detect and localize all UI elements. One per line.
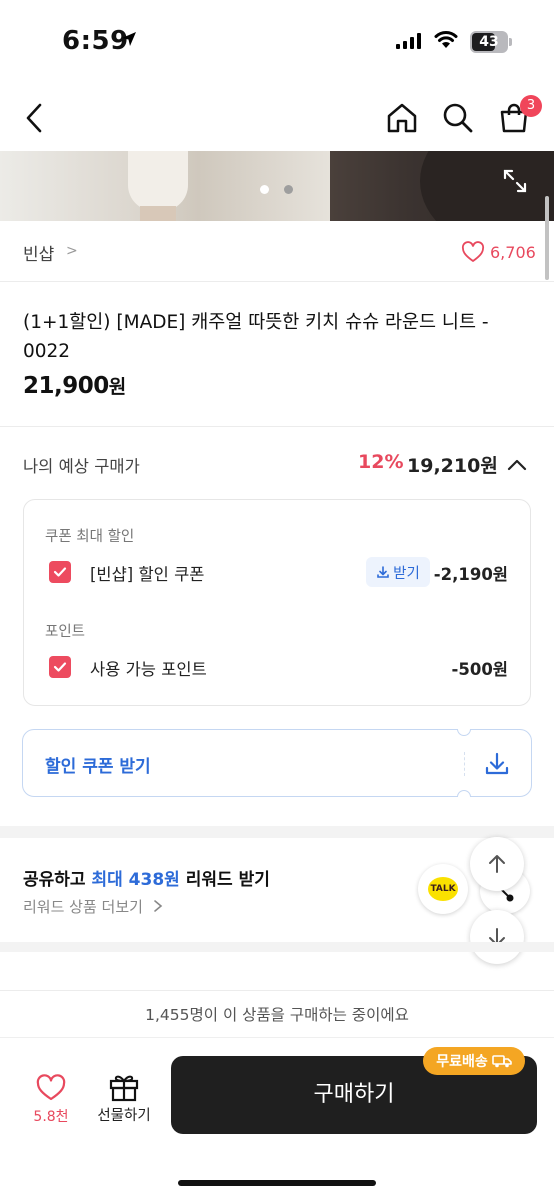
shop-name-link[interactable]: 빈샵: [23, 240, 54, 265]
carousel-dot-active[interactable]: [260, 185, 269, 194]
gift-label: 선물하기: [97, 1108, 151, 1124]
reward-title-suffix: 리워드 받기: [179, 870, 270, 890]
free-shipping-badge: 무료배송: [423, 1047, 525, 1075]
heart-icon[interactable]: [461, 241, 485, 267]
check-icon: [53, 567, 67, 577]
product-image: [128, 151, 188, 211]
point-item-label: 사용 가능 포인트: [90, 660, 207, 679]
reward-more-link[interactable]: 리워드 상품 더보기: [23, 896, 164, 917]
search-button[interactable]: [438, 98, 478, 138]
divider: [0, 281, 554, 282]
battery-icon: 43: [470, 31, 508, 53]
download-icon: [483, 750, 511, 782]
wishlist-count: 5.8천: [33, 1109, 69, 1125]
status-bar: 6:59 43: [0, 0, 554, 80]
chevron-right-icon: >: [66, 243, 78, 259]
point-section-label: 포인트: [45, 624, 86, 640]
product-price: 21,900원: [23, 372, 126, 399]
check-icon: [53, 662, 67, 672]
collapse-button[interactable]: [504, 455, 530, 475]
location-arrow-icon: [120, 30, 138, 52]
chevron-up-icon: [507, 459, 527, 471]
heart-icon: [36, 1074, 66, 1101]
product-title: (1+1할인) [MADE] 캐주얼 따뜻한 키치 슈슈 라운드 니트 - 00…: [23, 312, 489, 362]
home-indicator[interactable]: [178, 1180, 376, 1186]
receive-coupon-button[interactable]: 받기: [366, 557, 430, 587]
expand-image-button[interactable]: [502, 168, 528, 194]
truck-icon: [491, 1055, 512, 1068]
wifi-icon: [433, 30, 459, 54]
point-checkbox[interactable]: [49, 656, 71, 678]
get-discount-coupon-button[interactable]: 할인 쿠폰 받기: [22, 720, 532, 806]
reward-title: 공유하고 최대 438원 리워드 받기: [23, 865, 270, 890]
reward-amount: 최대 438원: [91, 870, 180, 890]
search-icon: [443, 103, 473, 133]
product-image-carousel[interactable]: [0, 151, 554, 221]
discount-percent: 12%: [358, 451, 404, 473]
like-count: 6,706: [490, 243, 536, 262]
expected-price-label: 나의 예상 구매가: [23, 457, 140, 476]
scroll-up-button[interactable]: [470, 837, 524, 891]
carousel-dot[interactable]: [284, 185, 293, 194]
coupon-checkbox[interactable]: [49, 561, 71, 583]
back-button[interactable]: [14, 98, 54, 138]
point-amount: -500원: [451, 660, 508, 679]
cellular-signal-icon: [396, 33, 422, 53]
home-icon: [387, 103, 417, 133]
gift-button[interactable]: 선물하기: [88, 1070, 160, 1128]
arrow-up-icon: [489, 855, 505, 873]
divider: [0, 426, 554, 427]
shop-row: 빈샵 > 6,706: [0, 232, 554, 276]
price-value: 21,900: [23, 373, 109, 399]
price-unit: 원: [108, 376, 126, 398]
expected-price-row[interactable]: 나의 예상 구매가 12% 19,210원: [0, 445, 554, 485]
coupon-amount: -2,190원: [433, 565, 508, 584]
discount-breakdown-card: 쿠폰 최대 할인 [빈샵] 할인 쿠폰 받기 -2,190원 포인트 사용 가능…: [23, 499, 531, 706]
section-gap: [0, 942, 554, 952]
wishlist-button[interactable]: 5.8천: [26, 1072, 76, 1128]
top-nav: [0, 88, 554, 148]
chevron-right-icon: [153, 900, 162, 912]
home-button[interactable]: [382, 98, 422, 138]
free-shipping-label: 무료배송: [436, 1054, 488, 1070]
expand-icon: [503, 169, 527, 193]
kakaotalk-icon: TALK: [428, 877, 458, 901]
coupon-button-label: 할인 쿠폰 받기: [45, 757, 151, 777]
coupon-section-label: 쿠폰 최대 할인: [45, 529, 135, 545]
buyers-count-text: 1,455명이 이 상품을 구매하는 중이에요: [145, 1006, 409, 1024]
gift-icon: [109, 1075, 139, 1102]
battery-level: 43: [479, 34, 499, 50]
reward-title-prefix: 공유하고: [23, 870, 92, 890]
coupon-item-label: [빈샵] 할인 쿠폰: [90, 565, 205, 584]
chevron-left-icon: [26, 103, 42, 133]
talk-label: TALK: [430, 884, 456, 894]
scroll-down-button[interactable]: [470, 910, 524, 964]
kakaotalk-share-button[interactable]: TALK: [418, 864, 468, 914]
expected-price: 19,210원: [407, 455, 498, 477]
reward-more-label: 리워드 상품 더보기: [23, 898, 143, 916]
section-gap: [0, 826, 554, 838]
cart-count-badge: 3: [520, 95, 542, 117]
receive-label: 받기: [393, 565, 420, 582]
status-time: 6:59: [62, 26, 129, 56]
download-icon: [377, 566, 389, 578]
